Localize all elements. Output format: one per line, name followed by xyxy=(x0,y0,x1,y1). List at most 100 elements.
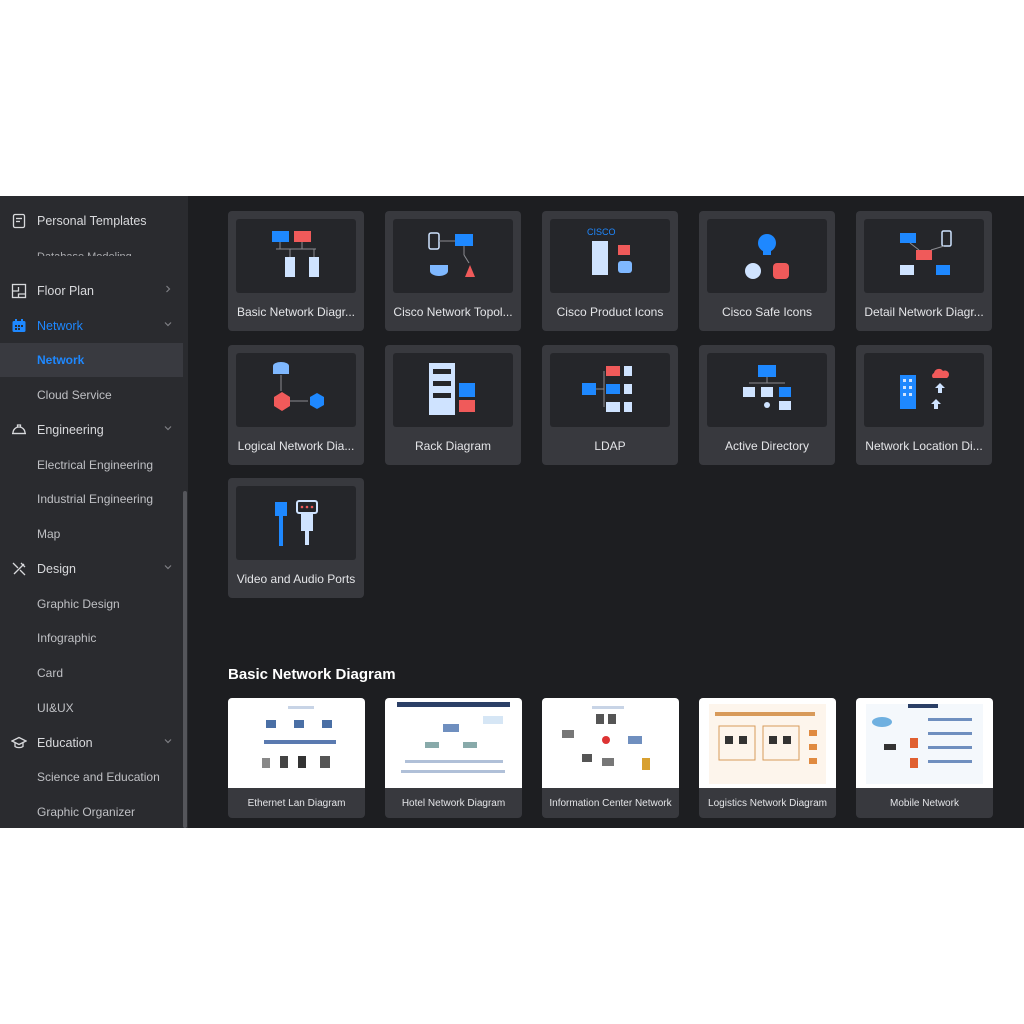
ldap-icon xyxy=(582,366,632,412)
sidebar-scrollbar[interactable] xyxy=(183,491,187,828)
example-preview xyxy=(228,698,365,788)
template-card-cisco-safe-icons[interactable]: Cisco Safe Icons xyxy=(699,211,835,331)
template-card-active-directory[interactable]: Active Directory xyxy=(699,345,835,465)
sidebar-item-clipped[interactable]: Database Modeling xyxy=(37,248,132,256)
template-icon xyxy=(12,213,26,229)
template-label: Logical Network Dia... xyxy=(237,439,355,453)
section-title: Basic Network Diagram xyxy=(228,666,396,683)
template-thumbnail xyxy=(864,353,984,427)
sidebar-subitem-industrial-engineering[interactable]: Industrial Engineering xyxy=(0,482,183,516)
template-label: Rack Diagram xyxy=(414,439,492,453)
sidebar-item-label: Education xyxy=(37,736,93,750)
rack-icon xyxy=(429,363,475,415)
detail-network-icon xyxy=(900,230,952,275)
template-card-rack-diagram[interactable]: Rack Diagram xyxy=(385,345,521,465)
network-location-icon xyxy=(900,368,950,409)
template-thumbnail xyxy=(393,219,513,293)
video-audio-ports-icon xyxy=(275,500,318,546)
diagram-preview xyxy=(709,704,826,784)
sidebar-item-label: UI&UX xyxy=(37,701,74,715)
logical-network-icon xyxy=(273,362,324,411)
sidebar-subitem-science-and-education[interactable]: Science and Education xyxy=(0,760,183,794)
example-preview xyxy=(385,698,522,788)
sidebar-subitem-ui-ux[interactable]: UI&UX xyxy=(0,691,183,725)
sidebar-item-label: Map xyxy=(37,527,61,541)
sidebar-item-label: Infographic xyxy=(37,631,97,645)
example-card-hotel-network-diagram[interactable]: Hotel Network Diagram xyxy=(385,698,522,818)
template-thumbnail xyxy=(236,219,356,293)
template-card-cisco-product-icons[interactable]: CISCO Cisco Product Icons xyxy=(542,211,678,331)
chevron-down-icon xyxy=(164,426,172,431)
sidebar-subitem-graphic-organizer[interactable]: Graphic Organizer xyxy=(0,795,183,828)
diagram-preview xyxy=(397,702,510,773)
sidebar-item-network[interactable]: Network xyxy=(0,309,183,343)
floor-plan-icon xyxy=(11,283,27,299)
template-label: Active Directory xyxy=(724,439,810,453)
sidebar-item-floor-plan[interactable]: Floor Plan xyxy=(0,274,183,308)
example-card-logistics-network-diagram[interactable]: Logistics Network Diagram xyxy=(699,698,836,818)
sidebar-subitem-card[interactable]: Card xyxy=(0,656,183,690)
template-thumbnail xyxy=(707,353,827,427)
example-label: Ethernet Lan Diagram xyxy=(247,798,346,809)
sidebar-item-label: Card xyxy=(37,666,64,680)
template-thumbnail xyxy=(236,486,356,560)
template-label: Cisco Safe Icons xyxy=(721,305,813,319)
template-thumbnail xyxy=(393,353,513,427)
sidebar-item-label: Graphic Design xyxy=(37,597,120,611)
example-preview xyxy=(856,698,993,788)
chevron-right-icon xyxy=(166,285,171,293)
example-preview xyxy=(542,698,679,788)
template-thumbnail xyxy=(236,353,356,427)
example-card-ethernet-lan-diagram[interactable]: Ethernet Lan Diagram xyxy=(228,698,365,818)
chevron-down-icon xyxy=(164,565,172,570)
template-label: Detail Network Diagr... xyxy=(864,305,984,319)
sidebar-item-label: Network xyxy=(37,319,83,333)
template-label: Network Location Di... xyxy=(865,439,983,453)
sidebar-subitem-electrical-engineering[interactable]: Electrical Engineering xyxy=(0,448,183,482)
sidebar-item-label: Graphic Organizer xyxy=(37,805,136,819)
category-sidebar: Personal Templates Database Modeling Flo… xyxy=(0,196,188,828)
sidebar-item-design[interactable]: Design xyxy=(0,552,183,586)
template-thumbnail: CISCO xyxy=(550,219,670,293)
example-label: Information Center Network xyxy=(549,798,672,809)
sidebar-item-label: Network xyxy=(37,353,85,367)
helmet-icon xyxy=(12,424,26,435)
template-thumbnail xyxy=(864,219,984,293)
template-card-cisco-network-topology[interactable]: Cisco Network Topol... xyxy=(385,211,521,331)
active-directory-icon xyxy=(743,365,791,410)
diagram-preview xyxy=(866,704,983,784)
basic-network-icon xyxy=(272,231,319,277)
app-window: Personal Templates Database Modeling Flo… xyxy=(0,196,1024,828)
sidebar-subitem-network[interactable]: Network xyxy=(0,343,183,377)
cisco-topology-icon xyxy=(428,232,475,277)
example-card-mobile-network[interactable]: Mobile Network xyxy=(856,698,993,818)
template-card-logical-network-diagram[interactable]: Logical Network Dia... xyxy=(228,345,364,465)
sidebar-subitem-map[interactable]: Map xyxy=(0,517,183,551)
template-card-network-location-diagram[interactable]: Network Location Di... xyxy=(856,345,992,465)
template-thumbnail xyxy=(550,353,670,427)
template-card-detail-network-diagram[interactable]: Detail Network Diagr... xyxy=(856,211,992,331)
sidebar-item-personal-templates[interactable]: Personal Templates xyxy=(0,204,183,238)
cisco-logo-text: CISCO xyxy=(587,227,616,237)
sidebar-item-education[interactable]: Education xyxy=(0,726,183,760)
diagram-preview xyxy=(262,706,336,768)
sidebar-item-label: Electrical Engineering xyxy=(37,458,154,472)
cisco-product-icon: CISCO xyxy=(587,227,632,275)
example-label: Mobile Network xyxy=(890,798,959,809)
example-card-information-center-network[interactable]: Information Center Network xyxy=(542,698,679,818)
sidebar-item-label: Engineering xyxy=(37,423,104,437)
sidebar-subitem-graphic-design[interactable]: Graphic Design xyxy=(0,587,183,621)
template-card-ldap[interactable]: LDAP xyxy=(542,345,678,465)
sidebar-item-label: Floor Plan xyxy=(37,284,94,298)
design-tools-icon xyxy=(12,562,26,576)
sidebar-item-engineering[interactable]: Engineering xyxy=(0,413,183,447)
template-card-video-and-audio-ports[interactable]: Video and Audio Ports xyxy=(228,478,364,598)
sidebar-item-label: Design xyxy=(37,562,76,576)
example-label: Logistics Network Diagram xyxy=(708,798,827,809)
template-card-basic-network-diagram[interactable]: Basic Network Diagr... xyxy=(228,211,364,331)
sidebar-item-label: Science and Education xyxy=(37,770,160,784)
template-label: Video and Audio Ports xyxy=(236,572,356,586)
sidebar-item-label: Cloud Service xyxy=(37,388,112,402)
sidebar-subitem-cloud-service[interactable]: Cloud Service xyxy=(0,378,183,412)
sidebar-subitem-infographic[interactable]: Infographic xyxy=(0,621,183,655)
